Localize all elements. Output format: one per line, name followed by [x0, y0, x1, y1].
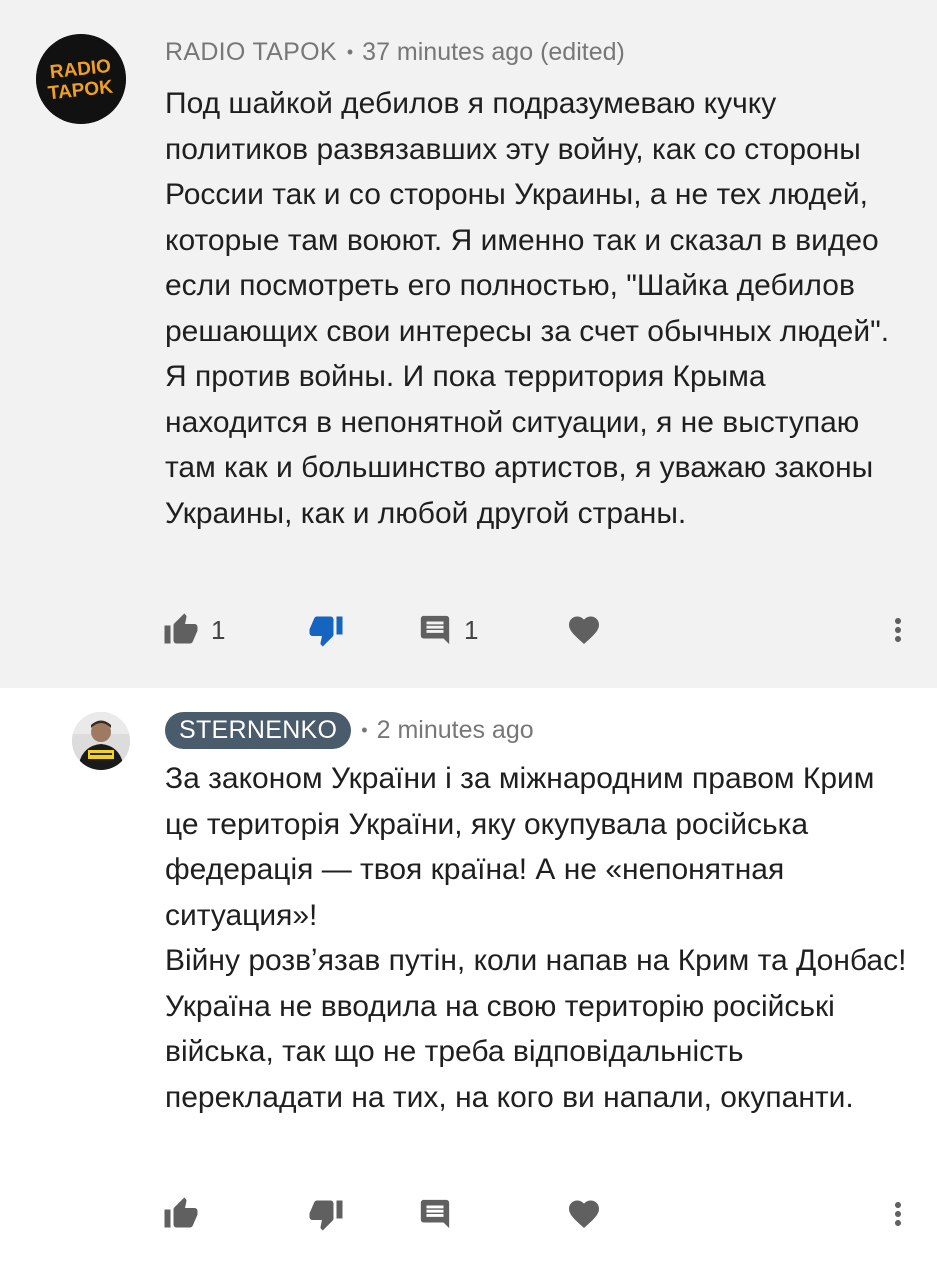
reply-button[interactable]: 1 — [418, 607, 478, 653]
comment-paragraph: Війну розвʼязав путін, коли напав на Кри… — [165, 944, 907, 1114]
avatar[interactable] — [72, 712, 130, 770]
author-name-chip[interactable]: STERNENKO — [165, 711, 352, 749]
more-options-button[interactable] — [880, 607, 916, 653]
comment-time: 2 minutes ago — [376, 715, 534, 744]
like-button[interactable] — [163, 1191, 199, 1237]
comment-text: За законом України і за міжнародним прав… — [165, 756, 907, 1120]
more-vert-icon — [895, 618, 901, 642]
heart-button[interactable] — [566, 607, 602, 653]
comment-icon — [420, 1199, 450, 1229]
comment-sternenko: STERNENKO • 2 minutes ago За законом Укр… — [0, 688, 937, 1280]
comment-actions — [0, 1191, 937, 1237]
comment-header: STERNENKO • 2 minutes ago — [165, 710, 534, 750]
comment-time: 37 minutes ago (edited) — [362, 37, 625, 66]
thumbs-down-icon — [309, 1200, 343, 1231]
avatar[interactable]: RADIO TAPOK — [36, 34, 126, 124]
thumbs-up-icon — [164, 1197, 198, 1228]
thumbs-up-icon — [164, 613, 198, 644]
comment-header: RADIO TAPOK • 37 minutes ago (edited) — [165, 34, 625, 70]
dislike-button[interactable] — [308, 1191, 344, 1237]
heart-button[interactable] — [566, 1191, 602, 1237]
separator-dot: • — [361, 719, 368, 740]
user-photo-avatar — [72, 712, 130, 770]
more-vert-icon — [895, 1202, 901, 1226]
author-name[interactable]: RADIO TAPOK — [165, 38, 337, 67]
like-button[interactable]: 1 — [163, 607, 225, 653]
reply-count: 1 — [464, 614, 479, 645]
heart-icon — [569, 1200, 599, 1229]
more-options-button[interactable] — [880, 1191, 916, 1237]
reply-button[interactable] — [418, 1191, 452, 1237]
like-count: 1 — [211, 614, 226, 645]
comment-actions: 1 1 — [0, 607, 937, 653]
heart-icon — [569, 616, 599, 645]
comment-icon — [420, 615, 450, 645]
thumbs-down-icon — [309, 616, 343, 647]
dislike-button[interactable] — [308, 607, 344, 653]
radio-tapok-logo: RADIO TAPOK — [36, 34, 126, 124]
comment-paragraph: Под шайкой дебилов я подразумеваю кучку … — [165, 87, 890, 530]
comment-text: Под шайкой дебилов я подразумеваю кучку … — [165, 81, 907, 536]
comment-radio-tapok: RADIO TAPOK RADIO TAPOK • 37 minutes ago… — [0, 0, 937, 688]
separator-dot: • — [346, 41, 354, 62]
comment-paragraph: За законом України і за міжнародним прав… — [165, 762, 875, 932]
